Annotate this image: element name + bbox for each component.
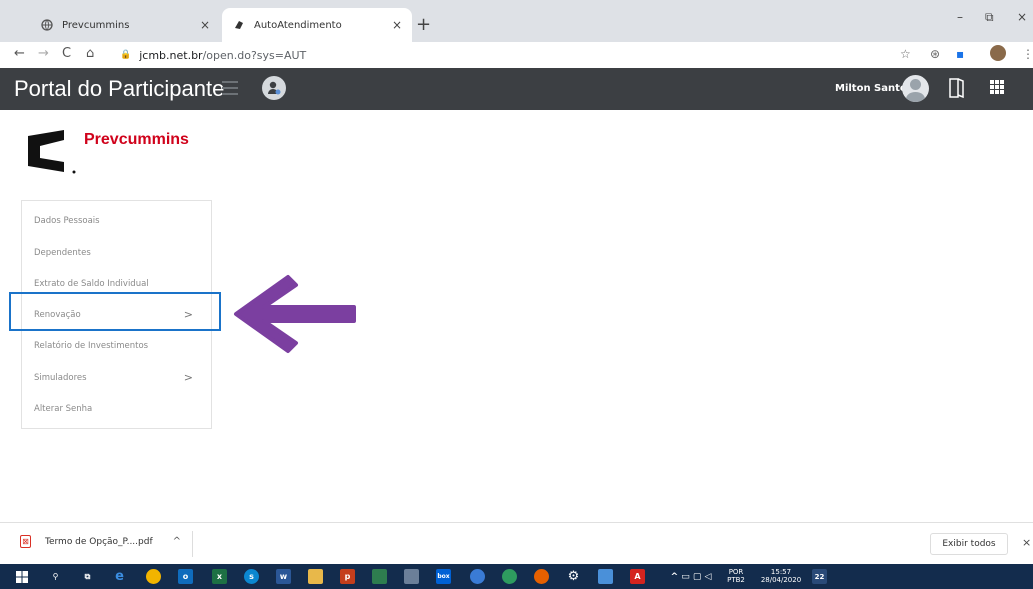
purple-arrow-icon [234, 275, 356, 353]
sidebar-item-label: Dados Pessoais [34, 215, 100, 226]
tab-prevcummins[interactable]: Prevcummins × [30, 8, 220, 42]
chrome-alt-icon[interactable] [502, 569, 517, 584]
profile-avatar[interactable] [990, 45, 1006, 61]
globe-icon [40, 18, 54, 32]
browser-tab-bar: Prevcummins × AutoAtendimento × + – ⧉ × [0, 0, 1033, 42]
cummins-logo-icon [28, 130, 76, 174]
app-icon[interactable] [598, 569, 613, 584]
pdf-file-icon: ⊠ [20, 535, 31, 548]
sidebar-item-renovacao[interactable]: Renovação > [22, 299, 211, 330]
edge-icon[interactable]: e [112, 569, 127, 584]
logout-icon[interactable] [947, 77, 967, 99]
notification-icon[interactable]: 22 [812, 569, 827, 584]
chrome-icon[interactable] [146, 569, 161, 584]
hamburger-menu-icon[interactable] [222, 81, 238, 95]
tab-label: AutoAtendimento [254, 19, 342, 31]
forward-button[interactable]: → [38, 46, 49, 61]
system-tray-icons[interactable]: ^ ▭ ▢ ◁ [662, 569, 720, 584]
avatar[interactable] [902, 75, 929, 102]
sidebar-item-label: Simuladores [34, 372, 87, 383]
word-icon[interactable]: w [276, 569, 291, 584]
sidebar-item-alterar-senha[interactable]: Alterar Senha [22, 393, 211, 424]
close-icon[interactable]: × [200, 18, 210, 32]
sidebar-item-label: Dependentes [34, 247, 91, 258]
sidebar-item-label: Relatório de Investimentos [34, 340, 149, 351]
home-button[interactable]: ⌂ [86, 46, 94, 61]
sidebar-item-dados-pessoais[interactable]: Dados Pessoais [22, 205, 211, 236]
download-bar: ⊠ Termo de Opção_P....pdf ^ Exibir todos… [0, 522, 1033, 564]
lock-icon: 🔒 [120, 50, 132, 60]
sidebar-item-relatorio[interactable]: Relatório de Investimentos [22, 330, 211, 361]
tab-autoatendimento[interactable]: AutoAtendimento × [222, 8, 412, 42]
chevron-right-icon: > [183, 308, 193, 321]
restore-button[interactable]: ⧉ [985, 10, 994, 25]
apps-grid-icon[interactable] [990, 80, 1004, 94]
keyboard-language[interactable]: POR PTB2 [724, 568, 748, 584]
excel-icon[interactable]: x [212, 569, 227, 584]
clock[interactable]: 15:57 28/04/2020 [754, 568, 808, 584]
page-favicon-icon [232, 18, 246, 32]
lang-code: POR [728, 568, 744, 576]
close-icon[interactable]: × [1022, 536, 1031, 549]
layout-code: PTB2 [727, 576, 745, 584]
url-field[interactable]: 🔒 jcmb.net.br /open.do?sys=AUT [120, 44, 306, 66]
outlook-icon[interactable]: o [178, 569, 193, 584]
notification-count: 22 [814, 572, 825, 581]
sidebar-item-dependentes[interactable]: Dependentes [22, 237, 211, 268]
file-explorer-icon[interactable] [308, 569, 323, 584]
back-button[interactable]: ← [14, 46, 25, 61]
brand-name: Prevcummins [84, 131, 189, 148]
reload-button[interactable]: C [62, 46, 71, 61]
task-view-icon[interactable]: ⧉ [80, 569, 95, 584]
acrobat-icon[interactable]: A [630, 569, 645, 584]
sidebar-item-label: Renovação [34, 309, 81, 320]
powerpoint-icon[interactable]: p [340, 569, 355, 584]
chevron-up-icon[interactable]: ^ [173, 536, 181, 547]
user-settings-icon[interactable] [262, 76, 286, 100]
download-file-name: Termo de Opção_P....pdf [45, 536, 153, 547]
chevron-right-icon: > [183, 371, 193, 384]
tab-label: Prevcummins [62, 19, 130, 31]
sidebar-item-label: Alterar Senha [34, 403, 93, 414]
close-icon[interactable]: × [392, 18, 402, 32]
taskbar: ⚲ ⧉ e o x s w p box ⚙ A ^ ▭ ▢ ◁ POR PTB2… [0, 564, 1033, 589]
extension-grid-icon[interactable]: ▪ [956, 47, 964, 61]
camera-icon[interactable] [470, 569, 485, 584]
box-icon[interactable]: box [436, 569, 451, 584]
extension-icon[interactable]: ⊛ [930, 47, 940, 61]
sidebar-item-label: Extrato de Saldo Individual [34, 278, 149, 289]
skype-icon[interactable]: s [244, 569, 259, 584]
sidebar-item-extrato[interactable]: Extrato de Saldo Individual [22, 268, 211, 299]
sidebar-item-simuladores[interactable]: Simuladores > [22, 362, 211, 393]
new-tab-button[interactable]: + [416, 14, 431, 35]
sidebar-menu: Dados Pessoais Dependentes Extrato de Sa… [21, 200, 212, 429]
windows-start-icon[interactable] [14, 569, 29, 584]
show-all-button[interactable]: Exibir todos [930, 533, 1008, 555]
time: 15:57 [770, 568, 792, 576]
search-icon[interactable]: ⚲ [48, 569, 63, 584]
minimize-button[interactable]: – [957, 10, 963, 24]
url-host: jcmb.net.br [139, 48, 203, 62]
date: 28/04/2020 [760, 576, 802, 584]
kebab-menu-icon[interactable]: ⋮ [1022, 47, 1033, 61]
portal-header: Portal do Participante Milton Santos [0, 68, 1033, 110]
star-icon[interactable]: ☆ [900, 47, 911, 61]
window-close-button[interactable]: × [1017, 10, 1027, 24]
app-icon[interactable] [404, 569, 419, 584]
divider [192, 531, 193, 557]
page-title: Portal do Participante [14, 76, 225, 101]
gear-icon[interactable]: ⚙ [566, 569, 581, 584]
firefox-icon[interactable] [534, 569, 549, 584]
url-path: /open.do?sys=AUT [202, 48, 307, 62]
calendar-icon[interactable] [372, 569, 387, 584]
download-item[interactable]: ⊠ Termo de Opção_P....pdf ^ [20, 535, 181, 548]
